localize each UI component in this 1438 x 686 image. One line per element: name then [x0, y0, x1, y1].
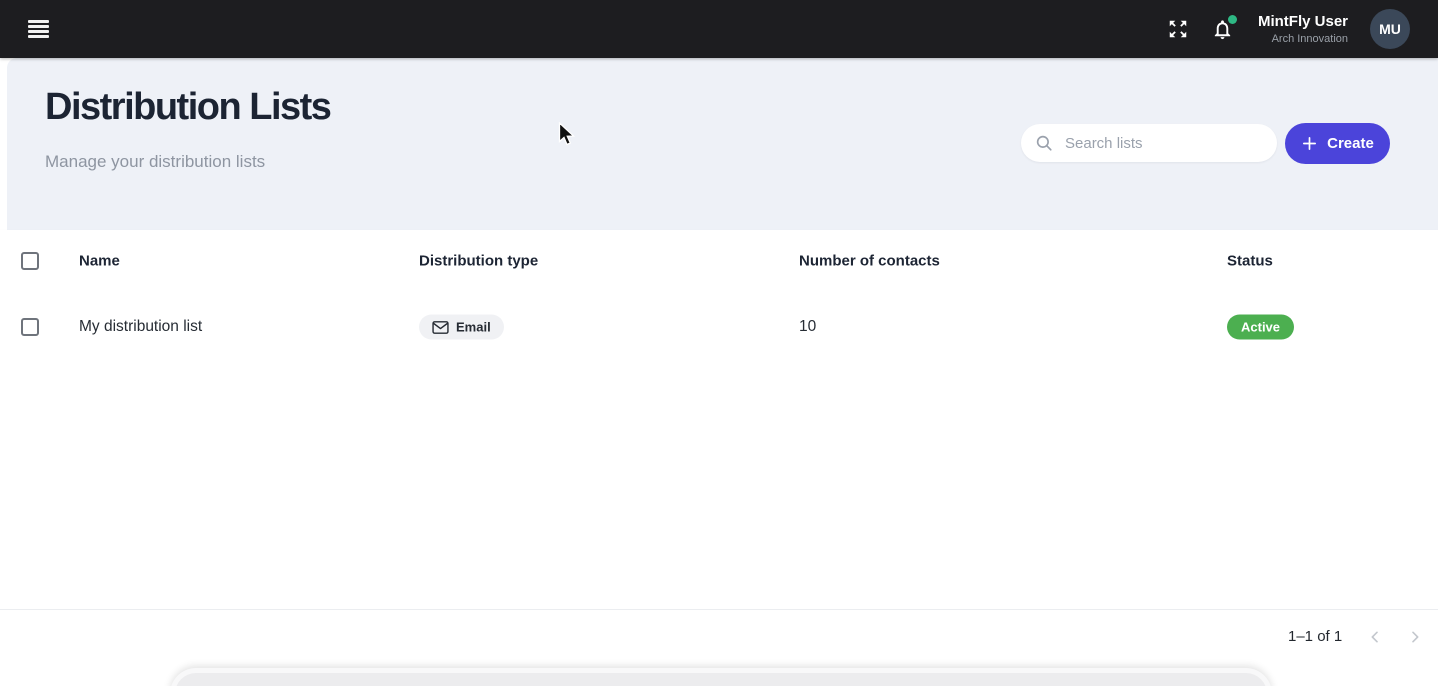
column-header-name: Name [79, 253, 120, 270]
page-subtitle: Manage your distribution lists [45, 152, 265, 172]
hamburger-menu-icon[interactable] [24, 15, 53, 43]
row-status-cell: Active [1227, 315, 1294, 340]
email-badge-label: Email [456, 320, 491, 335]
chevron-left-icon [1367, 629, 1383, 645]
search-icon [1035, 134, 1053, 152]
expand-arrows-icon [1167, 18, 1189, 40]
column-header-type: Distribution type [419, 253, 538, 270]
select-all-checkbox[interactable] [21, 252, 39, 270]
bottom-sheet-peek [170, 668, 1272, 686]
fullscreen-button[interactable] [1167, 18, 1189, 40]
page-title: Distribution Lists [45, 86, 330, 129]
table-header-row: Name Distribution type Number of contact… [0, 230, 1438, 292]
pagination-range-label: 1–1 of 1 [1288, 628, 1342, 645]
topbar: MintFly User Arch Innovation MU [0, 0, 1438, 58]
row-name: My distribution list [79, 318, 202, 336]
row-contacts-count: 10 [799, 318, 816, 336]
topbar-right-cluster: MintFly User Arch Innovation MU [1167, 9, 1410, 49]
notification-dot [1228, 15, 1237, 24]
avatar[interactable]: MU [1370, 9, 1410, 49]
row-type-cell: Email [419, 315, 504, 340]
table-row[interactable]: My distribution list Email 10 Active [0, 292, 1438, 362]
user-organization: Arch Innovation [1258, 32, 1348, 46]
search-input[interactable] [1063, 134, 1252, 153]
hamburger-menu-glyph [28, 19, 49, 39]
column-header-status: Status [1227, 253, 1273, 270]
user-name: MintFly User [1258, 12, 1348, 32]
user-info: MintFly User Arch Innovation [1258, 12, 1348, 46]
email-type-badge: Email [419, 315, 504, 340]
search-box [1021, 124, 1277, 162]
notifications-button[interactable] [1211, 18, 1234, 41]
create-button[interactable]: Create [1285, 123, 1390, 164]
pagination-divider [0, 609, 1438, 610]
envelope-icon [432, 320, 449, 334]
create-button-label: Create [1327, 135, 1374, 152]
app-screen: MintFly User Arch Innovation MU Distribu… [0, 0, 1438, 686]
distribution-lists-table: Name Distribution type Number of contact… [0, 230, 1438, 610]
status-badge: Active [1227, 315, 1294, 340]
chevron-right-icon [1407, 629, 1423, 645]
next-page-button[interactable] [1400, 622, 1430, 652]
previous-page-button[interactable] [1360, 622, 1390, 652]
row-checkbox[interactable] [21, 318, 39, 336]
column-header-contacts: Number of contacts [799, 253, 940, 270]
page-header: Distribution Lists Manage your distribut… [7, 58, 1438, 230]
plus-icon [1301, 135, 1318, 152]
